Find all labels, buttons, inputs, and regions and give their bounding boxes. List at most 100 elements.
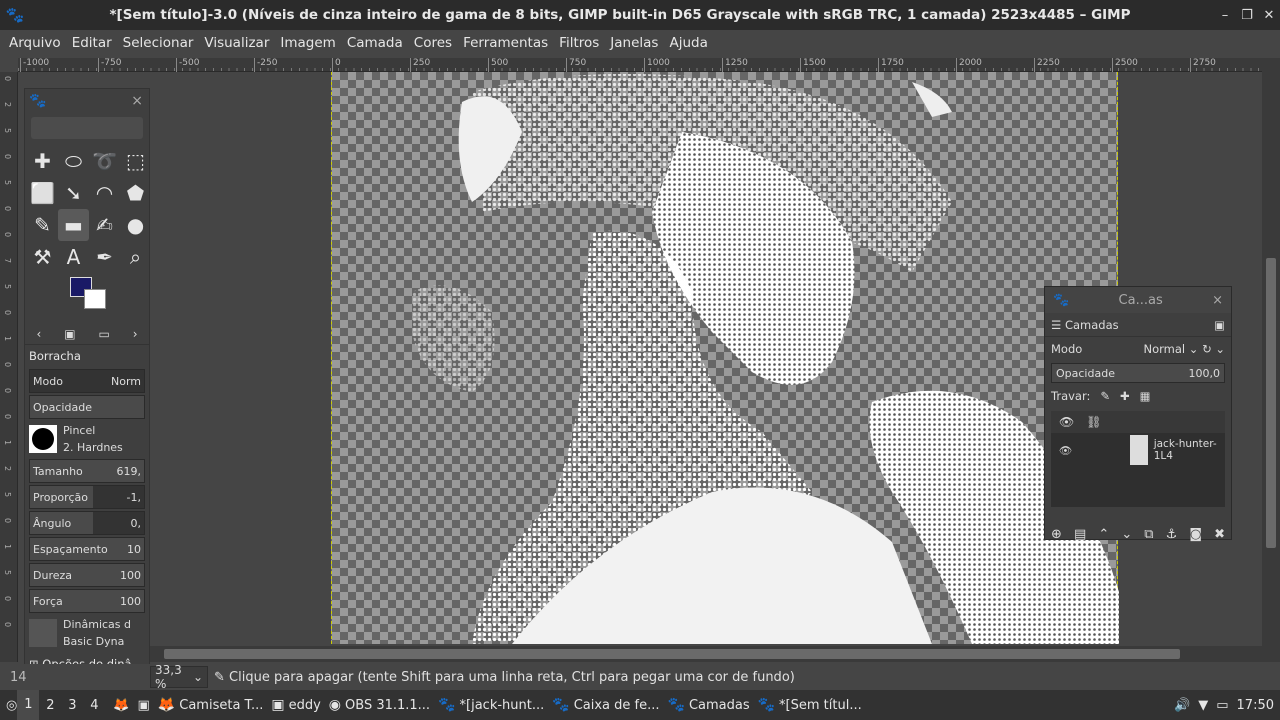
heal-tool-icon[interactable]: ✍: [89, 209, 120, 241]
color-picker-icon[interactable]: ✒: [89, 241, 120, 273]
zoom-select[interactable]: 33,3 % ⌄: [150, 663, 208, 691]
cage-tool-icon[interactable]: ⚒: [27, 241, 58, 273]
ratio-slider[interactable]: Proporção -1,: [29, 485, 145, 509]
vertical-scroll-thumb[interactable]: [1266, 258, 1276, 548]
workspace-1[interactable]: 1: [17, 690, 40, 720]
vertical-ruler[interactable]: 0 2 5 0 5 0 0 7 5 0 1 0 0 0 1 2 5 0 1 5 0 0: [0, 72, 18, 662]
menu-cores[interactable]: Cores: [414, 35, 452, 51]
workspace-3[interactable]: 3: [61, 698, 83, 713]
firefox-launcher-icon[interactable]: 🦊: [113, 698, 129, 713]
dynamics-name: Basic Dyna: [63, 635, 125, 648]
new-layer-icon[interactable]: ⊕: [1051, 527, 1062, 542]
layer-row[interactable]: 👁 jack-hunter-1L4: [1051, 433, 1225, 467]
files-launcher-icon[interactable]: ▣: [138, 698, 150, 713]
dynamics-icon[interactable]: [29, 619, 57, 647]
layers-tab[interactable]: ☰ Camadas ▣: [1045, 313, 1231, 337]
menu-filtros[interactable]: Filtros: [559, 35, 599, 51]
start-menu-icon[interactable]: ◎: [6, 698, 17, 713]
bucket-fill-icon[interactable]: ⬟: [120, 177, 151, 209]
delete-layer-icon[interactable]: ✖: [1214, 527, 1225, 542]
mask-layer-icon[interactable]: ◙: [1189, 527, 1202, 542]
smudge-icon[interactable]: ●: [120, 209, 151, 241]
ruler-tick-label: -500: [176, 58, 199, 72]
hardness-slider[interactable]: Dureza 100: [29, 563, 145, 587]
volume-icon[interactable]: 🔊: [1174, 698, 1190, 713]
battery-icon[interactable]: ▭: [1216, 698, 1228, 713]
eye-icon[interactable]: 👁: [1059, 444, 1072, 457]
dynamics-select[interactable]: Dinâmicas d Basic Dyna: [29, 616, 145, 650]
tool-options-tab-icon[interactable]: ▣: [64, 327, 75, 341]
mode-select[interactable]: Modo Norm: [29, 369, 145, 393]
brush-select[interactable]: Pincel 2. Hardnes: [29, 422, 145, 456]
horizontal-ruler[interactable]: -1000 -750 -500 -250 0 250 500 750 1000 1250 1500 1…: [18, 58, 1262, 72]
task-jack-hunter[interactable]: 🐾 *[jack-hunt...: [438, 697, 544, 713]
clock[interactable]: 17:50: [1237, 698, 1274, 713]
crop-tool-icon[interactable]: ⬜: [27, 177, 58, 209]
vertical-scrollbar[interactable]: [1262, 58, 1280, 662]
menu-selecionar[interactable]: Selecionar: [123, 35, 194, 51]
task-obs[interactable]: ◉ OBS 31.1.1...: [329, 697, 430, 713]
device-status-icon[interactable]: ▭: [98, 327, 109, 341]
hardness-label: Dureza: [33, 568, 73, 582]
menu-arquivo[interactable]: Arquivo: [9, 35, 61, 51]
workspace-2[interactable]: 2: [39, 698, 61, 713]
layer-name[interactable]: jack-hunter-1L4: [1154, 438, 1225, 462]
anchor-layer-icon[interactable]: ⚓: [1166, 527, 1178, 542]
task-caixa[interactable]: 🐾 Caixa de fe...: [552, 697, 659, 713]
eraser-icon[interactable]: ▬: [58, 209, 89, 241]
task-eddy[interactable]: ▣ eddy: [271, 697, 320, 713]
background-color[interactable]: [84, 289, 106, 309]
panel-close-icon[interactable]: ×: [131, 93, 143, 109]
opacity-slider[interactable]: Opacidade: [29, 395, 145, 419]
image-canvas[interactable]: [331, 72, 1119, 644]
move-tool-icon[interactable]: ✚: [27, 145, 58, 177]
text-tool-icon[interactable]: A: [58, 241, 89, 273]
duplicate-layer-icon[interactable]: ⧉: [1144, 527, 1153, 542]
close-button[interactable]: ✕: [1258, 8, 1280, 23]
task-camiseta[interactable]: 🦊 Camiseta T...: [158, 697, 264, 713]
zoom-value: 33,3 %: [155, 663, 182, 691]
menu-visualizar[interactable]: Visualizar: [204, 35, 269, 51]
free-select-icon[interactable]: ➰: [89, 145, 120, 177]
angle-slider[interactable]: Ângulo 0,: [29, 511, 145, 535]
lock-position-icon[interactable]: ✚: [1120, 389, 1130, 403]
ellipse-select-icon[interactable]: ⬭: [58, 145, 89, 177]
chevron-left-icon[interactable]: ‹: [36, 327, 41, 341]
fuzzy-select-icon[interactable]: ⬚: [120, 145, 151, 177]
force-slider[interactable]: Força 100: [29, 589, 145, 613]
menu-janelas[interactable]: Janelas: [610, 35, 658, 51]
lock-alpha-icon[interactable]: ▦: [1140, 389, 1151, 403]
task-sem-titulo[interactable]: 🐾 *[Sem títul...: [758, 697, 862, 713]
horizontal-scroll-thumb[interactable]: [164, 649, 1180, 659]
layer-mode-select[interactable]: Normal ⌄ ↻ ⌄: [1144, 342, 1225, 356]
dock-close-icon[interactable]: ×: [1212, 293, 1223, 308]
chevron-right-icon[interactable]: ›: [133, 327, 138, 341]
menu-camada[interactable]: Camada: [347, 35, 403, 51]
menu-ferramentas[interactable]: Ferramentas: [463, 35, 548, 51]
menu-ajuda[interactable]: Ajuda: [669, 35, 707, 51]
lower-layer-icon[interactable]: ⌄: [1121, 527, 1132, 542]
ruler-tick-label: 2500: [1112, 58, 1138, 72]
menu-imagem[interactable]: Imagem: [280, 35, 335, 51]
maximize-button[interactable]: ❐: [1236, 8, 1258, 23]
transform-tool-icon[interactable]: ➘: [58, 177, 89, 209]
paintbrush-icon[interactable]: ✎: [27, 209, 58, 241]
hardness-value: 100: [120, 568, 141, 582]
size-slider[interactable]: Tamanho 619,: [29, 459, 145, 483]
zoom-tool-icon[interactable]: ⌕: [120, 241, 151, 273]
lock-pixels-icon[interactable]: ✎: [1100, 389, 1110, 403]
tab-menu-icon[interactable]: ▣: [1214, 318, 1225, 332]
workspace-4[interactable]: 4: [83, 698, 105, 713]
spacing-slider[interactable]: Espaçamento 10: [29, 537, 145, 561]
menu-editar[interactable]: Editar: [72, 35, 112, 51]
warp-tool-icon[interactable]: ◠: [89, 177, 120, 209]
new-group-icon[interactable]: ▤: [1074, 527, 1086, 542]
chevron-down-icon: ⌄: [192, 670, 203, 684]
minimize-button[interactable]: –: [1214, 8, 1236, 23]
brush-preview[interactable]: [29, 425, 57, 453]
layer-opacity-slider[interactable]: Opacidade 100,0: [1051, 363, 1225, 383]
network-icon[interactable]: ▼: [1198, 698, 1208, 713]
horizontal-scrollbar[interactable]: [150, 646, 1262, 662]
task-camadas[interactable]: 🐾 Camadas: [668, 697, 750, 713]
raise-layer-icon[interactable]: ⌃: [1098, 527, 1109, 542]
